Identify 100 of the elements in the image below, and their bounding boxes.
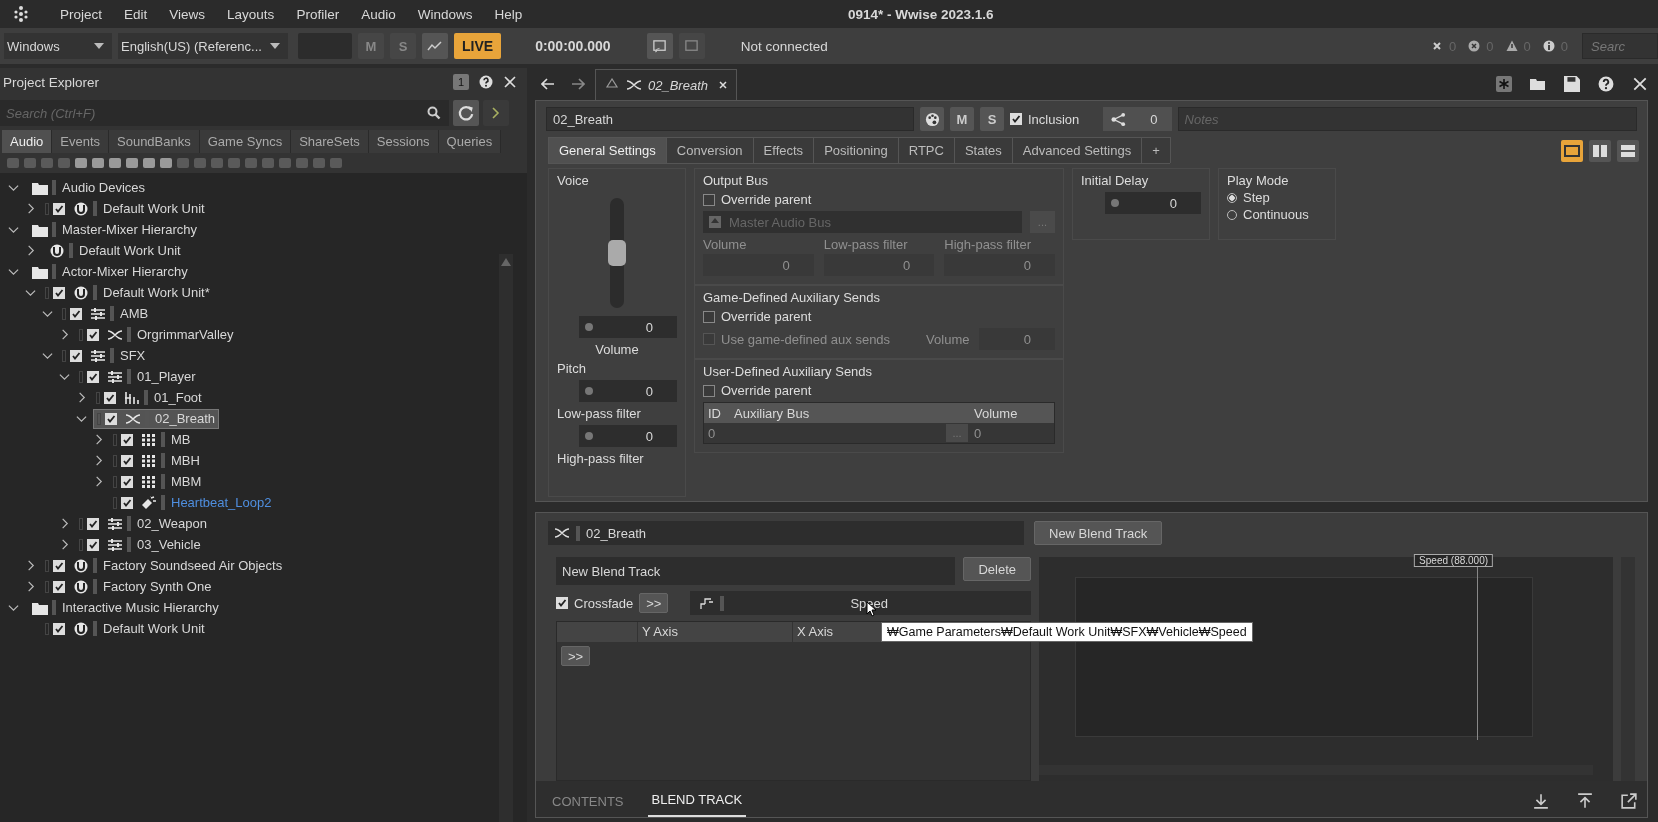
tree-item[interactable]: Factory Soundseed Air Objects (42, 555, 286, 576)
tree-item[interactable]: MB (110, 429, 194, 450)
collapse-chevron-icon[interactable] (76, 413, 87, 424)
container-field[interactable]: 02_Breath (548, 521, 1024, 545)
collapse-chevron-icon[interactable] (42, 350, 53, 361)
checkbox[interactable] (703, 310, 715, 323)
tree-item[interactable]: AMB (59, 303, 152, 324)
settings-tab[interactable]: Effects (752, 137, 815, 163)
app-logo-icon[interactable] (12, 5, 30, 23)
tree-item[interactable]: MBH (110, 450, 203, 471)
tree-item[interactable]: SFX (59, 345, 149, 366)
tree-item[interactable]: Default Work Unit (42, 198, 208, 219)
search-field[interactable]: Searc (1582, 33, 1658, 59)
editor-tab[interactable]: 02_Breath (595, 69, 737, 100)
expand-chevron-icon[interactable] (25, 560, 36, 571)
settings-tab[interactable]: General Settings (548, 137, 667, 163)
back-arrow-icon[interactable] (541, 78, 555, 90)
references-button[interactable]: 0 (1103, 107, 1172, 131)
selected-tree-item[interactable]: 02_Breath (93, 408, 219, 429)
menu-item[interactable]: Views (169, 6, 206, 22)
track-name-field[interactable]: New Blend Track (556, 557, 956, 585)
pitch-field[interactable]: 0 (579, 380, 677, 402)
expand-chevron-icon[interactable] (93, 455, 104, 466)
expand-button[interactable]: >> (561, 646, 591, 666)
help-icon[interactable] (479, 75, 493, 89)
info-icon[interactable] (1542, 40, 1555, 52)
tree-item[interactable]: Default Work Unit* (42, 282, 213, 303)
collapse-chevron-icon[interactable] (59, 371, 70, 382)
initial-delay-field[interactable]: 0 (1105, 192, 1201, 214)
expand-chevron-icon[interactable] (25, 203, 36, 214)
language-dropdown[interactable]: English(US) (Referenc... (118, 33, 288, 59)
column-header[interactable]: Y Axis (637, 622, 792, 642)
platform-dropdown[interactable]: Windows (4, 33, 112, 59)
menu-item[interactable]: Audio (361, 6, 396, 22)
parameter-marker-line[interactable] (1477, 564, 1479, 740)
color-button[interactable] (920, 107, 944, 131)
solo-button[interactable]: S (980, 107, 1004, 131)
collapse-chevron-icon[interactable] (25, 287, 36, 298)
refresh-button[interactable] (453, 100, 479, 126)
tree-item[interactable]: Master-Mixer Hierarchy (25, 219, 201, 240)
collapse-chevron-icon[interactable] (42, 308, 53, 319)
next-button[interactable] (483, 100, 509, 126)
toolbar-icon[interactable] (125, 156, 139, 170)
split-view-button[interactable] (1589, 139, 1611, 162)
close-icon[interactable] (1632, 76, 1648, 92)
collapse-chevron-icon[interactable] (8, 224, 19, 235)
tree-item[interactable]: MBM (110, 471, 205, 492)
folder-icon[interactable] (1530, 76, 1546, 92)
checkbox[interactable] (703, 384, 715, 397)
expand-button[interactable]: >> (639, 593, 669, 613)
count-badge[interactable]: 1 (453, 74, 469, 90)
checkbox[interactable] (703, 193, 715, 206)
tree-item[interactable]: Default Work Unit (42, 240, 184, 261)
close-icon[interactable] (718, 80, 728, 90)
clear-icon[interactable] (1431, 40, 1444, 52)
menu-item[interactable]: Help (494, 6, 523, 22)
search-field[interactable]: Search (Ctrl+F) (0, 100, 449, 126)
download-icon[interactable] (1533, 793, 1549, 809)
expand-chevron-icon[interactable] (25, 581, 36, 592)
tree-item[interactable]: Default Work Unit (42, 618, 208, 639)
settings-tab[interactable]: RTPC (897, 137, 955, 163)
volume-field[interactable]: 0 (579, 316, 677, 338)
stacked-view-button[interactable] (1617, 139, 1639, 162)
menu-item[interactable]: Edit (124, 6, 148, 22)
delete-button[interactable]: Delete (963, 557, 1031, 581)
bottom-tab[interactable]: BLEND TRACK (647, 786, 747, 817)
new-blend-track-button[interactable]: New Blend Track (1034, 521, 1163, 545)
explorer-tab[interactable]: Events (52, 130, 109, 153)
menu-item[interactable]: Profiler (296, 6, 340, 22)
low-pass-field[interactable]: 0 (579, 425, 677, 447)
connect-button[interactable] (646, 33, 673, 59)
explorer-tab[interactable]: SoundBanks (109, 130, 200, 153)
expand-chevron-icon[interactable] (93, 476, 104, 487)
scroll-up-arrow-icon[interactable] (501, 258, 511, 266)
warning-icon[interactable] (1505, 40, 1518, 52)
toolbar-icon[interactable] (142, 156, 156, 170)
expand-chevron-icon[interactable] (93, 434, 104, 445)
settings-tab[interactable]: + (1141, 137, 1171, 163)
settings-tab[interactable]: Positioning (813, 137, 899, 163)
expand-chevron-icon[interactable] (76, 392, 87, 403)
tree-item[interactable]: OrgrimmarValley (76, 324, 237, 345)
toolbar-icon[interactable] (74, 156, 88, 170)
settings-tab[interactable]: Advanced Settings (1011, 137, 1143, 163)
upload-icon[interactable] (1577, 793, 1593, 809)
tree-item[interactable]: Factory Synth One (42, 576, 215, 597)
explorer-tab[interactable]: Game Syncs (199, 130, 292, 153)
expand-chevron-icon[interactable] (59, 539, 70, 550)
expand-chevron-icon[interactable] (59, 329, 70, 340)
explorer-tab[interactable]: Sessions (368, 130, 439, 153)
disconnect-button[interactable] (678, 33, 705, 59)
tree-item[interactable]: 01_Foot (93, 387, 205, 408)
expand-chevron-icon[interactable] (25, 245, 36, 256)
tree-item[interactable]: Interactive Music Hierarchy (25, 597, 222, 618)
radio-button[interactable] (1227, 192, 1237, 203)
explorer-tab[interactable]: ShareSets (291, 130, 369, 153)
graph-button[interactable] (422, 33, 448, 59)
collapse-chevron-icon[interactable] (8, 602, 19, 613)
expand-chevron-icon[interactable] (59, 518, 70, 529)
volume-slider-track[interactable] (610, 198, 624, 308)
save-icon[interactable] (1564, 76, 1580, 92)
